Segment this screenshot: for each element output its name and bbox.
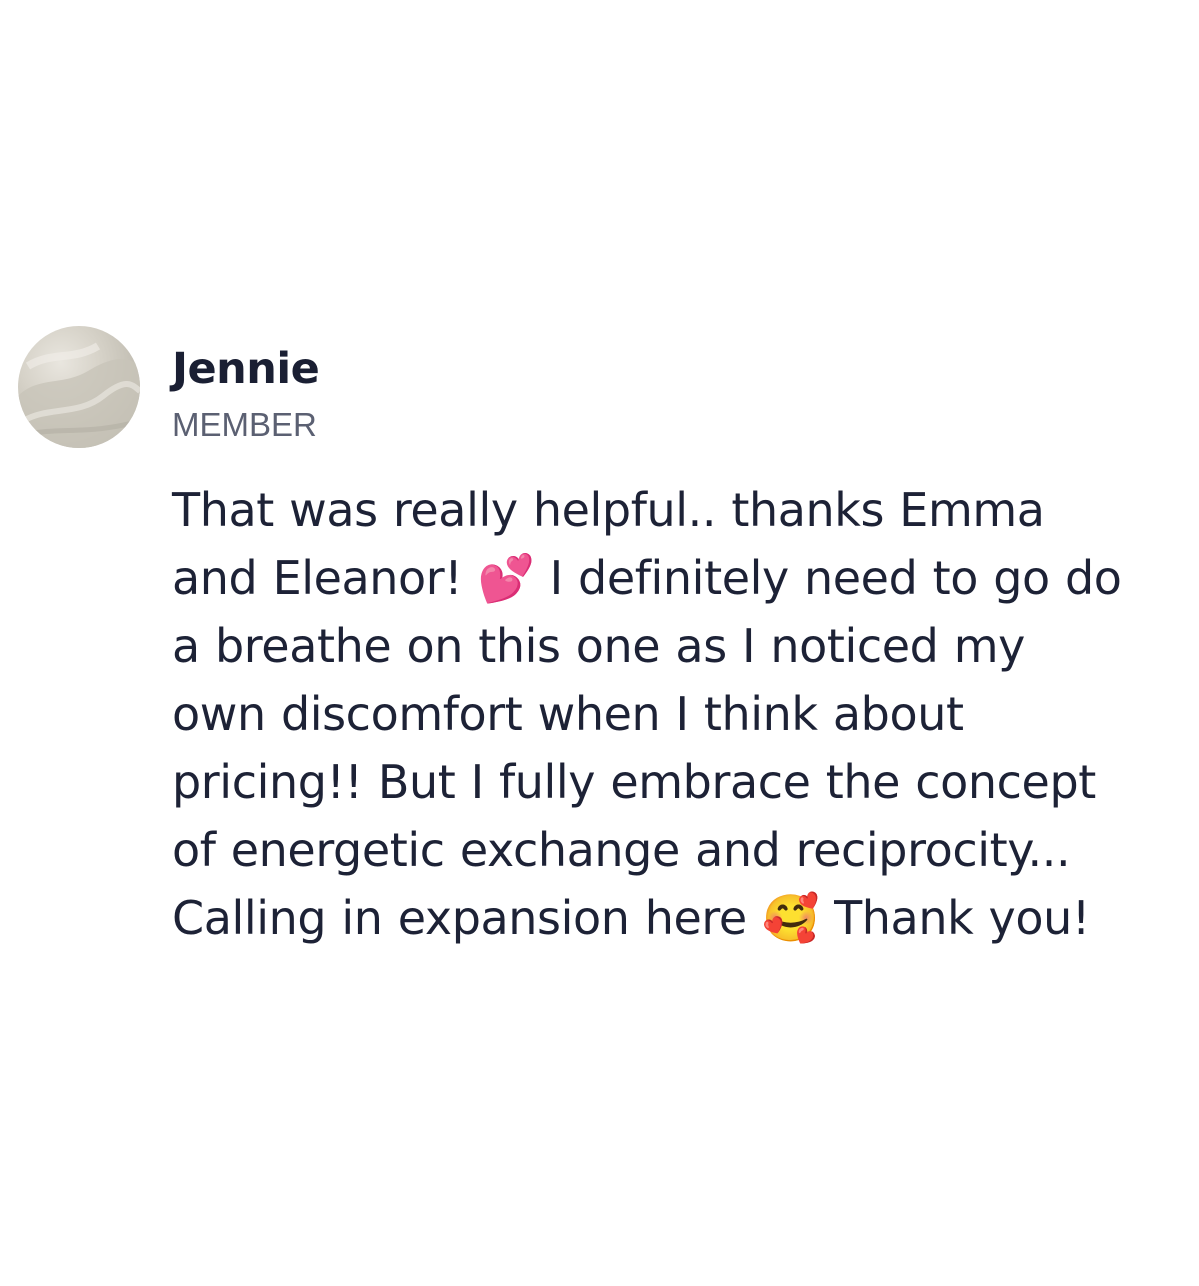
comment-body: That was really helpful.. thanks Emma an… [172, 476, 1192, 952]
comment-body-line: That was really helpful.. thanks Emma [172, 483, 1045, 537]
author-role-badge: MEMBER [172, 406, 317, 443]
comment-body-line: of energetic exchange and reciprocity... [172, 823, 1071, 877]
author-name[interactable]: Jennie [172, 344, 320, 394]
avatar-photo-icon [18, 342, 140, 448]
comment-body-line: Calling in expansion here 🥰 Thank you! [172, 891, 1090, 945]
comment-body-line: own discomfort when I think about [172, 687, 964, 741]
comment-body-line: a breathe on this one as I noticed my [172, 619, 1025, 673]
comment-body-line: pricing!! But I fully embrace the concep… [172, 755, 1096, 809]
comment-body-line: and Eleanor! 💕 I definitely need to go d… [172, 551, 1122, 605]
avatar[interactable] [18, 326, 140, 448]
